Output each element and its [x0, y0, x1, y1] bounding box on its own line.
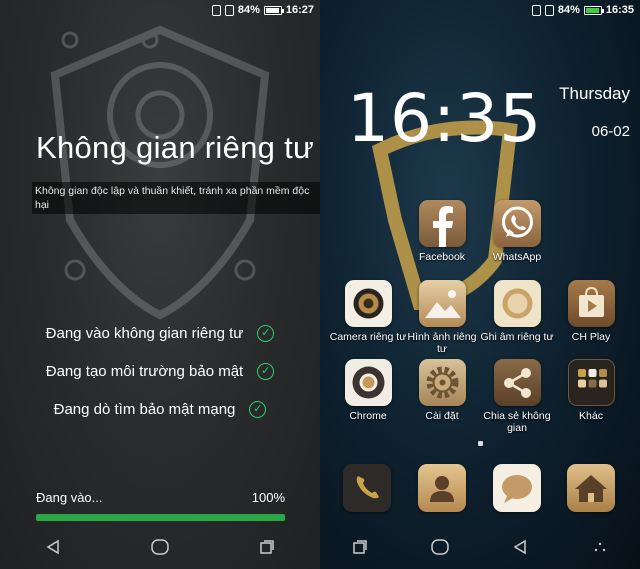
menu-icon	[594, 542, 606, 552]
back-icon	[46, 539, 60, 555]
status-time: 16:27	[285, 4, 314, 16]
progress-row: Đang vào... 100%	[36, 490, 285, 505]
status-bar: 84% 16:35	[320, 0, 640, 24]
navigation-bar	[0, 525, 320, 569]
home-icon	[151, 539, 169, 555]
progress-label: Đang vào...	[36, 490, 103, 505]
step-label: Đang tạo môi trường bảo mật	[45, 363, 244, 380]
home-icon	[431, 539, 449, 555]
gallery-icon	[418, 280, 466, 327]
back-button[interactable]	[500, 532, 540, 562]
facebook-icon	[418, 200, 466, 247]
recorder-icon	[493, 280, 541, 327]
battery-percent: 84%	[237, 4, 260, 16]
back-button[interactable]	[33, 532, 73, 562]
app-label: CH Play	[571, 331, 611, 343]
step-label: Đang dò tìm bảo mật mạng	[53, 401, 236, 418]
sim2-icon	[544, 4, 554, 16]
app-ch-play[interactable]: CH Play	[551, 280, 631, 343]
weekday-label: Thursday	[559, 84, 630, 103]
clock-widget[interactable]: 16:35	[347, 80, 542, 157]
battery-icon	[263, 5, 284, 15]
play-store-icon	[567, 280, 615, 327]
app-settings[interactable]: Cài đặt	[402, 359, 482, 422]
step-enter-space: Đang vào không gian riêng tư ✓	[0, 325, 320, 342]
navigation-bar	[320, 525, 640, 569]
contacts-icon	[418, 464, 466, 512]
app-facebook[interactable]: Facebook	[402, 200, 482, 263]
app-label: WhatsApp	[492, 251, 542, 263]
menu-button[interactable]	[580, 532, 620, 562]
home-app-icon	[567, 464, 615, 512]
progress-percent: 100%	[251, 490, 285, 505]
app-chrome[interactable]: Chrome	[328, 359, 408, 422]
check-icon: ✓	[249, 401, 267, 418]
recents-button[interactable]	[247, 532, 287, 562]
app-folder-other[interactable]: Khác	[551, 359, 631, 422]
progress-fill	[36, 514, 285, 521]
camera-icon	[344, 280, 392, 327]
chrome-icon	[344, 359, 392, 406]
app-label: Chrome	[349, 410, 387, 422]
app-whatsapp[interactable]: WhatsApp	[477, 200, 557, 263]
status-time: 16:35	[605, 4, 634, 16]
back-icon	[513, 539, 526, 555]
page-title: Không gian riêng tư	[36, 130, 315, 165]
step-scan-network: Đang dò tìm bảo mật mạng ✓	[0, 401, 320, 418]
battery-icon	[583, 5, 604, 15]
privacy-loading-screen: 84% 16:27 Không gian riêng tư Không gian…	[0, 0, 320, 569]
check-icon: ✓	[257, 325, 275, 342]
app-label: Cài đặt	[425, 410, 459, 422]
app-share-space[interactable]: Chia sẻ không gian	[477, 359, 557, 434]
progress-bar	[36, 514, 285, 521]
app-private-camera[interactable]: Camera riêng tư	[328, 280, 408, 343]
recents-icon	[259, 540, 274, 554]
dock-contacts[interactable]	[402, 464, 482, 512]
home-button[interactable]	[140, 532, 180, 562]
recents-icon	[353, 540, 367, 554]
page-indicator[interactable]	[478, 441, 483, 446]
private-home-screen: 84% 16:35 16:35 Thursday 06-02 Facebook …	[320, 0, 640, 569]
recents-button[interactable]	[340, 532, 380, 562]
sim2-icon	[224, 4, 234, 16]
step-label: Đang vào không gian riêng tư	[45, 325, 244, 342]
settings-gear-icon	[418, 359, 466, 406]
messages-icon	[493, 464, 541, 512]
date-label: 06-02	[591, 123, 630, 140]
app-label: Ghi âm riêng tư	[480, 331, 554, 343]
app-private-recorder[interactable]: Ghi âm riêng tư	[477, 280, 557, 343]
app-label: Facebook	[418, 251, 466, 263]
app-label: Camera riêng tư	[329, 331, 407, 343]
share-icon	[493, 359, 541, 406]
shield-background-icon	[50, 25, 270, 320]
home-button[interactable]	[420, 532, 460, 562]
sim1-icon	[211, 4, 221, 16]
phone-icon	[343, 464, 391, 512]
dock-home[interactable]	[551, 464, 631, 512]
battery-percent: 84%	[557, 4, 580, 16]
app-private-gallery[interactable]: Hình ảnh riêng tư	[402, 280, 482, 355]
dock-messages[interactable]	[477, 464, 557, 512]
check-icon: ✓	[257, 363, 275, 380]
folder-icon	[567, 359, 615, 406]
sim1-icon	[531, 4, 541, 16]
app-label: Hình ảnh riêng tư	[407, 331, 477, 355]
page-description: Không gian độc lập và thuần khiết, tránh…	[32, 182, 320, 214]
whatsapp-icon	[493, 200, 541, 247]
dock-phone[interactable]	[327, 464, 407, 512]
step-create-environment: Đang tạo môi trường bảo mật ✓	[0, 363, 320, 380]
app-label: Khác	[579, 410, 603, 422]
app-label: Chia sẻ không gian	[483, 410, 551, 434]
